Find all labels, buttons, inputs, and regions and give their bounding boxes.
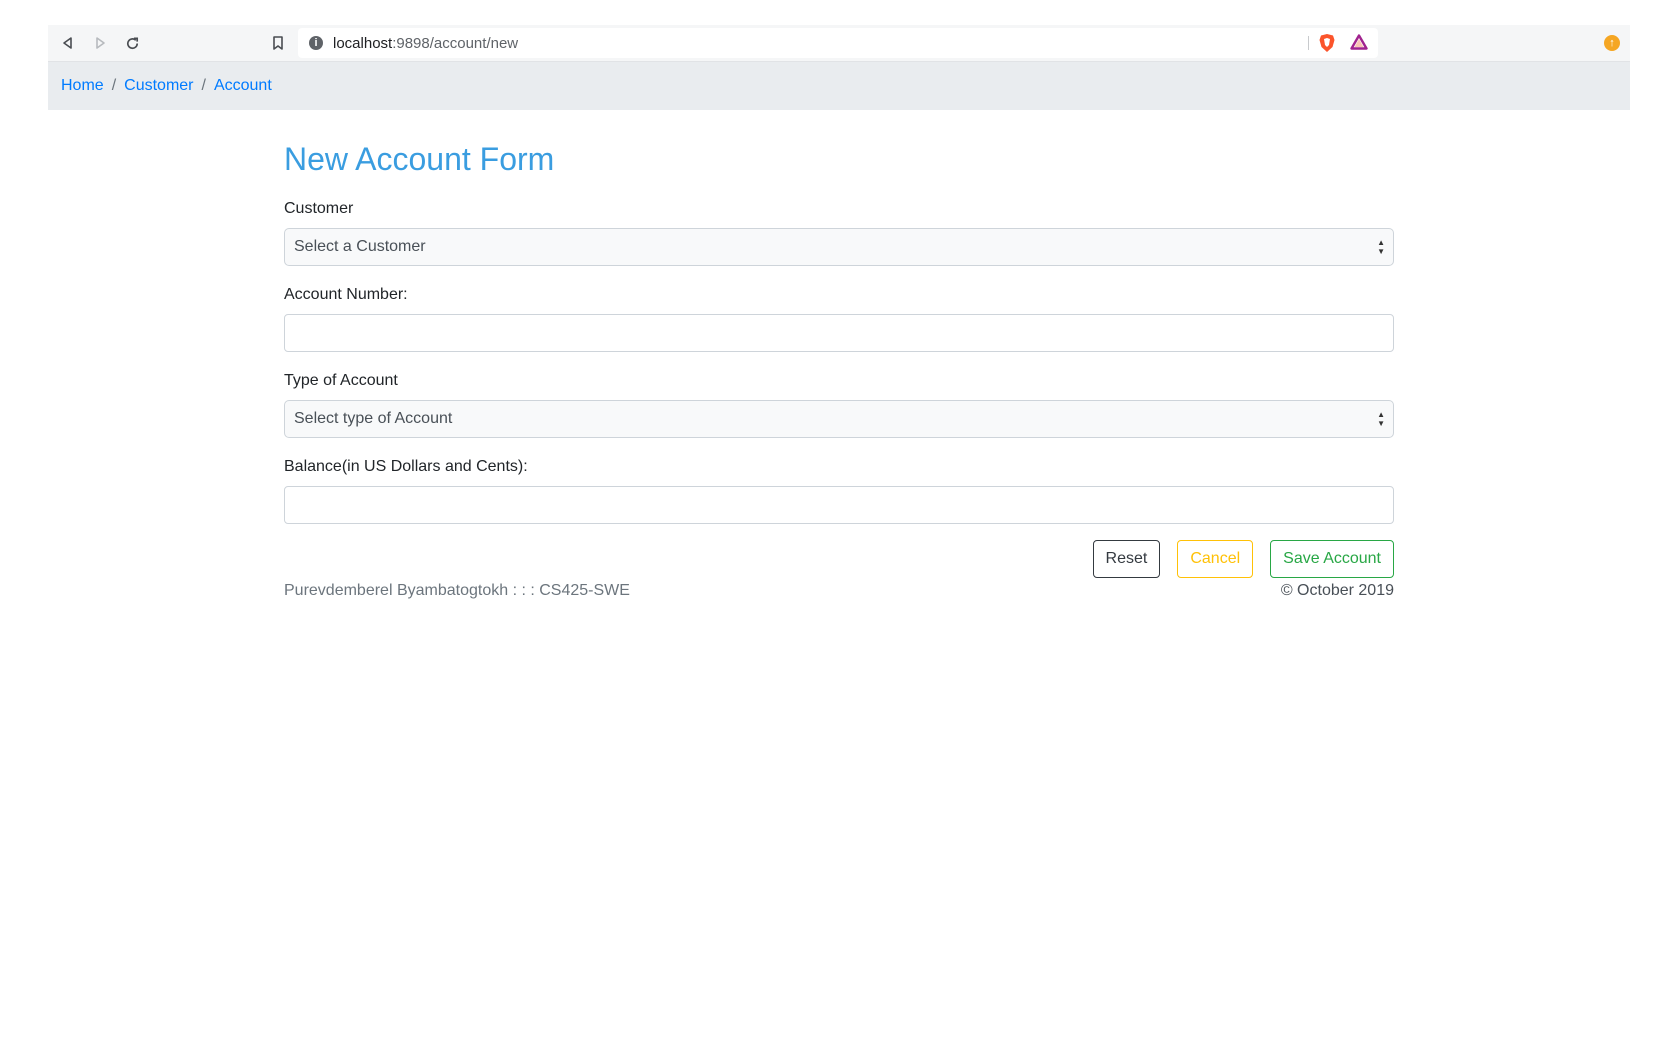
- brave-rewards-icon[interactable]: [1350, 34, 1368, 55]
- reload-button[interactable]: [116, 28, 148, 58]
- nav-buttons: [52, 28, 148, 58]
- account-type-label: Type of Account: [284, 372, 398, 390]
- reset-button[interactable]: Reset: [1092, 540, 1161, 579]
- breadcrumb-separator: /: [111, 77, 117, 94]
- customer-group: Customer Select a Customer ▲ ▼: [284, 200, 1394, 267]
- account-form-container: New Account Form Customer Select a Custo…: [284, 140, 1394, 600]
- balance-input[interactable]: [284, 486, 1394, 525]
- balance-label: Balance(in US Dollars and Cents):: [284, 458, 528, 476]
- breadcrumb-account-link[interactable]: Account: [214, 77, 272, 95]
- url-divider: [1308, 36, 1309, 50]
- bookmark-button[interactable]: [262, 28, 294, 58]
- account-type-group: Type of Account Select type of Account ▲…: [284, 372, 1394, 439]
- page-footer: Purevdemberel Byambatogtokh : : : CS425-…: [284, 582, 1394, 600]
- customer-label: Customer: [284, 200, 354, 218]
- url-text[interactable]: localhost:9898/account/new: [333, 35, 518, 52]
- forward-icon: [96, 37, 105, 49]
- browser-toolbar: i localhost:9898/account/new ↑: [48, 25, 1630, 62]
- save-account-button[interactable]: Save Account: [1270, 540, 1394, 579]
- customer-select[interactable]: Select a Customer ▲ ▼: [284, 228, 1394, 267]
- account-number-label: Account Number:: [284, 286, 408, 304]
- page-title: New Account Form: [284, 141, 555, 177]
- reload-icon: [126, 37, 138, 49]
- footer-author: Purevdemberel Byambatogtokh : : : CS425-…: [284, 582, 630, 600]
- breadcrumb: Home / Customer / Account: [48, 62, 1630, 110]
- account-number-input[interactable]: [284, 314, 1394, 353]
- browser-window: i localhost:9898/account/new ↑ Home / Cu…: [48, 25, 1630, 110]
- account-number-group: Account Number:: [284, 286, 1394, 353]
- account-type-select[interactable]: Select type of Account ▲ ▼: [284, 400, 1394, 439]
- forward-button[interactable]: [84, 28, 116, 58]
- footer-copyright: © October 2019: [1280, 582, 1394, 600]
- form-actions: Reset Cancel Save Account: [284, 540, 1394, 579]
- breadcrumb-customer-link[interactable]: Customer: [124, 77, 193, 95]
- url-path: :9898/account/new: [392, 34, 519, 52]
- site-info-icon[interactable]: i: [309, 36, 323, 50]
- breadcrumb-home-link[interactable]: Home: [61, 77, 104, 95]
- balance-group: Balance(in US Dollars and Cents):: [284, 458, 1394, 525]
- url-host: localhost: [333, 34, 393, 52]
- bookmark-icon: [273, 36, 283, 50]
- select-arrows-icon: ▲ ▼: [1377, 410, 1385, 429]
- address-bar[interactable]: i localhost:9898/account/new: [298, 28, 1378, 58]
- cancel-button[interactable]: Cancel: [1177, 540, 1254, 579]
- update-available-icon[interactable]: ↑: [1604, 35, 1620, 51]
- brave-shields-icon[interactable]: [1318, 33, 1336, 58]
- account-type-select-value: Select type of Account: [294, 410, 453, 428]
- customer-select-value: Select a Customer: [294, 238, 426, 256]
- back-icon: [63, 37, 72, 49]
- breadcrumb-separator: /: [201, 77, 206, 94]
- select-arrows-icon: ▲ ▼: [1377, 238, 1385, 257]
- back-button[interactable]: [52, 28, 84, 58]
